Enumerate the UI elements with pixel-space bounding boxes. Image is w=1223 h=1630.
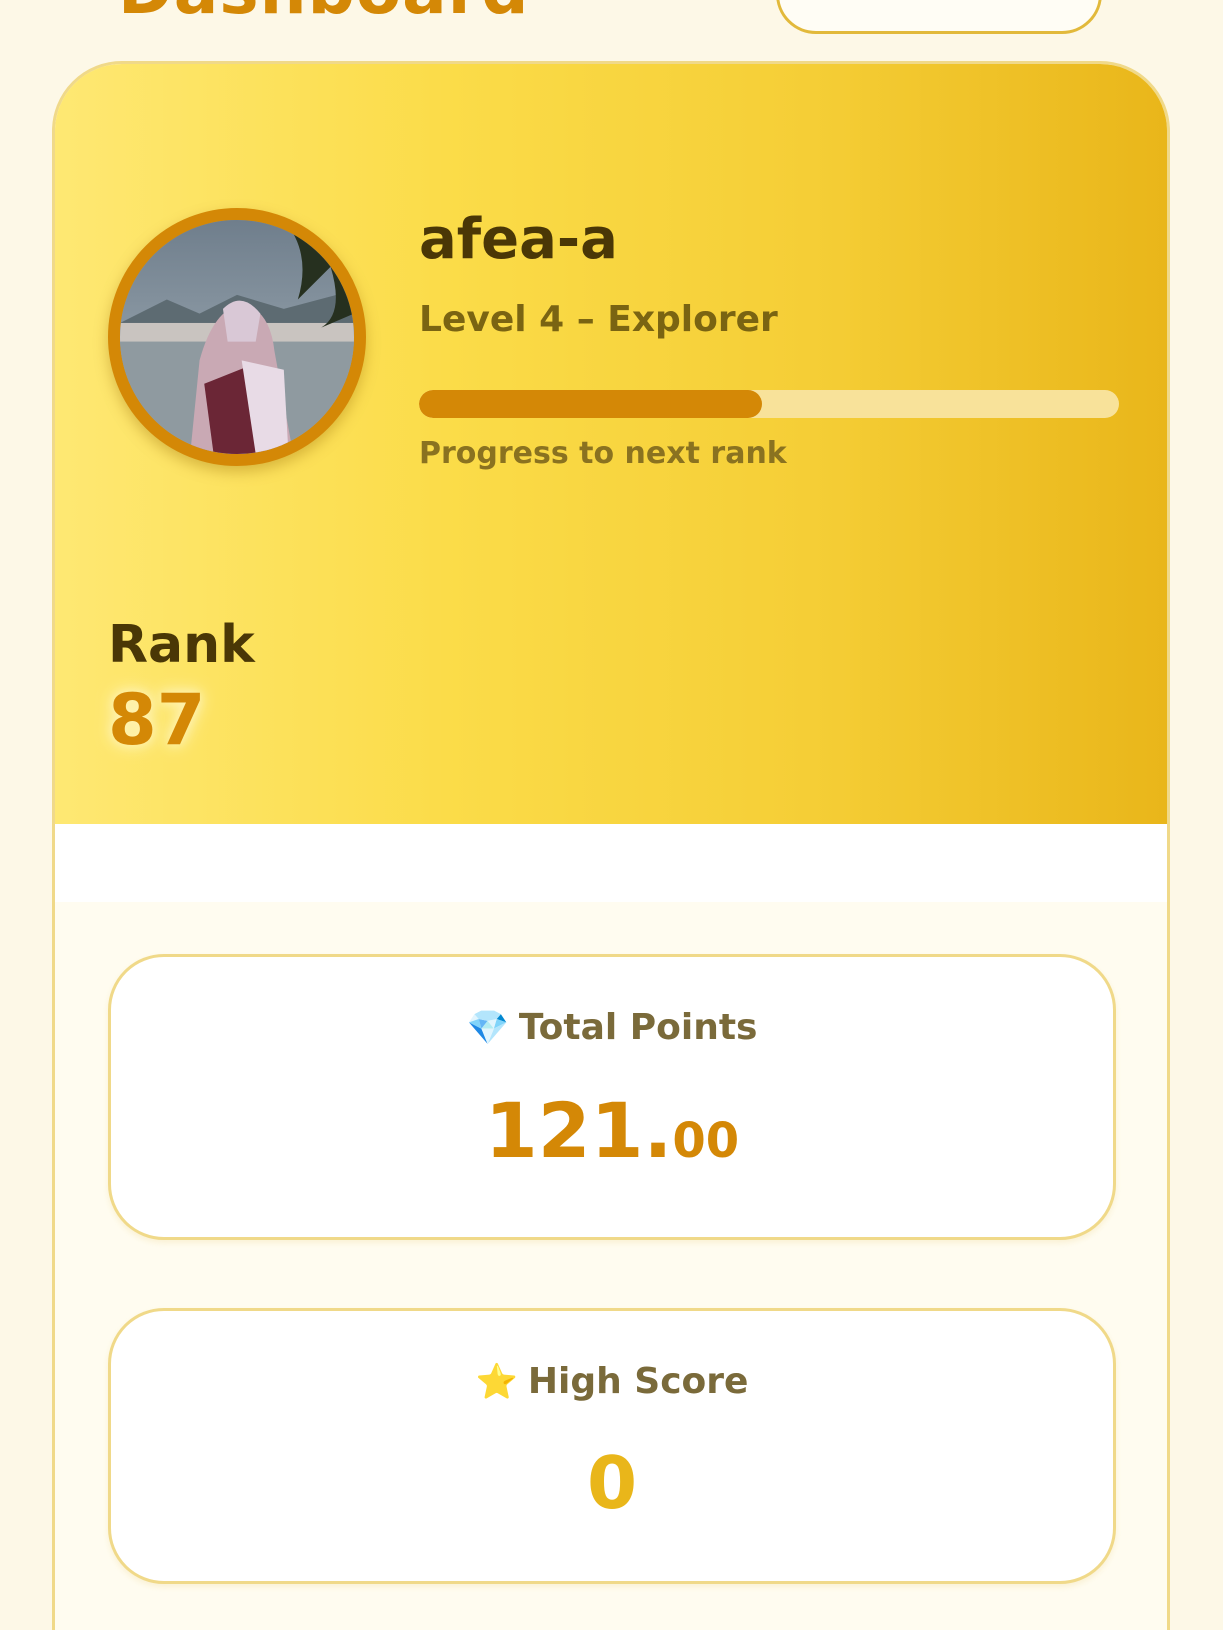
high-score-label: High Score xyxy=(527,1361,749,1402)
hero-divider-band xyxy=(55,824,1167,902)
high-score-value: 0 xyxy=(586,1441,638,1525)
profile-hero: afea-a Level 4 – Explorer Progress to ne… xyxy=(55,64,1167,824)
total-points-label: Total Points xyxy=(518,1007,758,1048)
gem-icon: 💎 xyxy=(466,1008,509,1048)
high-score-card: ⭐ High Score 0 xyxy=(108,1308,1116,1584)
total-points-card: 💎 Total Points 121.00 xyxy=(108,954,1116,1240)
rank-label: Rank xyxy=(108,615,255,675)
avatar[interactable] xyxy=(108,208,366,466)
total-points-decimal: 00 xyxy=(672,1113,740,1169)
username: afea-a xyxy=(419,207,618,272)
total-points-value: 121.00 xyxy=(111,1093,1113,1169)
rank-progress-bar xyxy=(419,390,1119,418)
progress-caption: Progress to next rank xyxy=(419,436,787,471)
page-title: Dashboard xyxy=(118,0,530,24)
profile-card: afea-a Level 4 – Explorer Progress to ne… xyxy=(52,61,1170,1630)
total-points-header: 💎 Total Points xyxy=(111,1007,1113,1048)
rank-progress-fill xyxy=(419,390,762,418)
header-action-button[interactable] xyxy=(776,0,1102,34)
dashboard-page: Dashboard xyxy=(0,0,1223,1630)
total-points-integer: 121. xyxy=(484,1086,673,1175)
star-icon: ⭐ xyxy=(475,1362,518,1402)
level-label: Level 4 – Explorer xyxy=(419,299,778,340)
high-score-header: ⭐ High Score xyxy=(111,1361,1113,1402)
avatar-image xyxy=(120,220,354,454)
rank-value: 87 xyxy=(108,679,206,761)
